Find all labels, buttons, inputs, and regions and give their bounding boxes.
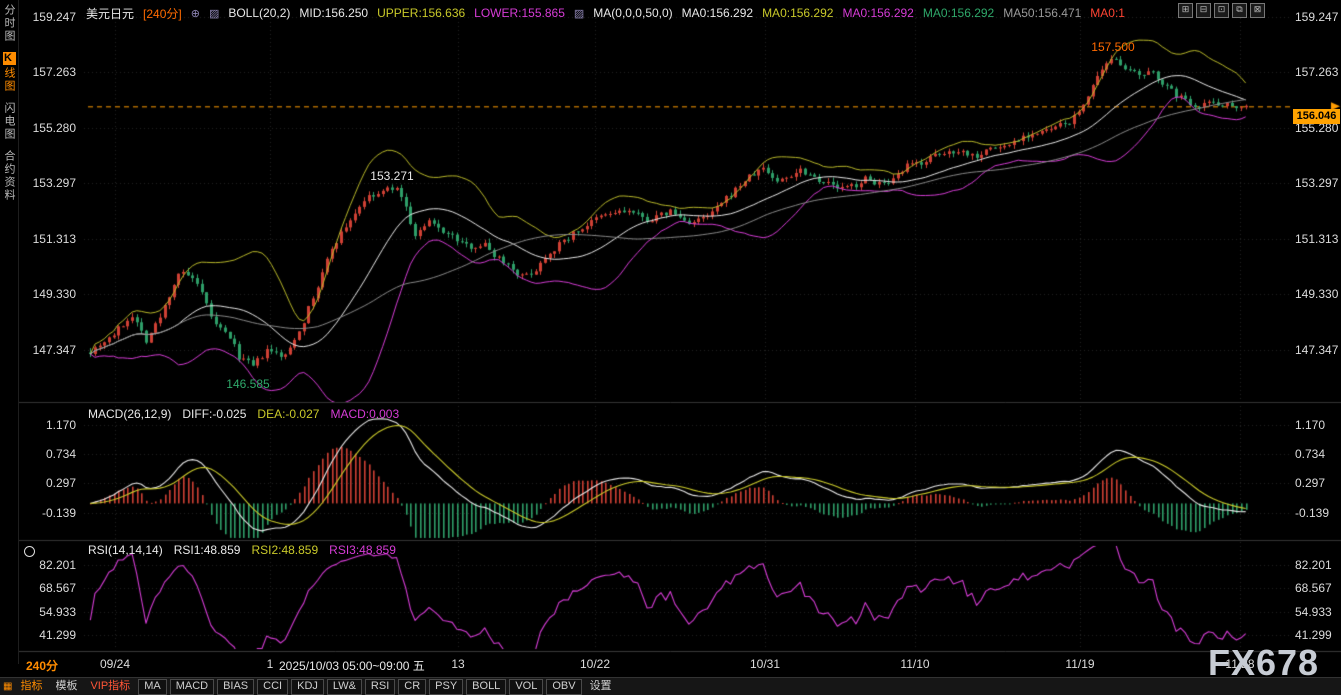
chart-type-sidebar: 分时图 K线图闪电图合约资料 bbox=[0, 0, 19, 664]
toolbar-tab-MACD[interactable]: MACD bbox=[170, 679, 214, 695]
macd-value: MACD:0.003 bbox=[330, 407, 399, 421]
toolbar-tab-VIP指标[interactable]: VIP指标 bbox=[85, 680, 135, 694]
sidebar-tab-K线图[interactable]: K线图 bbox=[1, 52, 17, 93]
rsi2-value: RSI2:48.859 bbox=[251, 543, 318, 557]
toolbar-tab-BOLL[interactable]: BOLL bbox=[466, 679, 506, 695]
boll-label: BOLL(20,2) bbox=[228, 6, 290, 20]
window-layout-icon-1[interactable]: ⊟ bbox=[1196, 3, 1211, 18]
x-tick-1: 1 bbox=[267, 657, 274, 671]
hover-date-info: 2025/10/03 05:00~09:00 五 bbox=[277, 657, 427, 674]
ma-legend-item-5: MA0:1 bbox=[1090, 6, 1125, 20]
window-layout-icon-0[interactable]: ⊞ bbox=[1178, 3, 1193, 18]
x-tick-09/24: 09/24 bbox=[100, 657, 130, 671]
x-tick-10/31: 10/31 bbox=[750, 657, 780, 671]
macd-name: MACD(26,12,9) bbox=[88, 407, 171, 421]
window-layout-icon-3[interactable]: ⧉ bbox=[1232, 3, 1247, 18]
boll-upper-value: UPPER:156.636 bbox=[377, 6, 465, 20]
sidebar-tab-合约资料[interactable]: 合约资料 bbox=[1, 150, 17, 202]
toolbar-tab-指标[interactable]: 指标 bbox=[15, 680, 47, 694]
toolbar-tab-CCI[interactable]: CCI bbox=[257, 679, 288, 695]
toolbar-tab-PSY[interactable]: PSY bbox=[429, 679, 463, 695]
toolbar-tab-VOL[interactable]: VOL bbox=[509, 679, 543, 695]
ma-legend-item-4: MA50:156.471 bbox=[1003, 6, 1081, 20]
ma-legend-values: MA0:156.292 MA0:156.292 MA0:156.292 MA0:156… bbox=[682, 6, 1125, 20]
window-controls: ⊞⊟⊡⧉⊠ bbox=[1178, 3, 1265, 18]
toolbar-tab-模板[interactable]: 模板 bbox=[50, 680, 82, 694]
ma-legend-item-0: MA0:156.292 bbox=[682, 6, 753, 20]
boll-mid-value: MID:156.250 bbox=[299, 6, 368, 20]
ma-label: MA(0,0,0,50,0) bbox=[593, 6, 672, 20]
toolbar-tab-RSI[interactable]: RSI bbox=[365, 679, 395, 695]
chart-legend-bar: 美元日元 [240分] ⊕ ▨ BOLL(20,2) MID:156.250 U… bbox=[86, 3, 1125, 23]
window-layout-icon-4[interactable]: ⊠ bbox=[1250, 3, 1265, 18]
rsi-legend: RSI(14,14,14) RSI1:48.859 RSI2:48.859 RS… bbox=[88, 543, 396, 557]
toolbar-tab-BIAS[interactable]: BIAS bbox=[217, 679, 254, 695]
link-icon[interactable]: ⊕ bbox=[191, 7, 200, 20]
boll-indicator-icon[interactable]: ▨ bbox=[209, 7, 219, 20]
x-tick-10/22: 10/22 bbox=[580, 657, 610, 671]
ma-legend-item-3: MA0:156.292 bbox=[923, 6, 994, 20]
boll-lower-value: LOWER:155.865 bbox=[474, 6, 565, 20]
window-layout-icon-2[interactable]: ⊡ bbox=[1214, 3, 1229, 18]
indicator-grid-icon: ▦ bbox=[3, 681, 12, 692]
rsi3-value: RSI3:48.859 bbox=[329, 543, 396, 557]
x-tick-11/19: 11/19 bbox=[1065, 657, 1094, 671]
rsi-collapse-icon[interactable] bbox=[24, 546, 35, 557]
ma-indicator-icon[interactable]: ▨ bbox=[574, 7, 584, 20]
sidebar-tab-分时图[interactable]: 分时图 bbox=[1, 4, 17, 43]
chart-canvas[interactable] bbox=[0, 0, 1341, 695]
toolbar-tab-OBV[interactable]: OBV bbox=[546, 679, 581, 695]
indicator-toolbar: ▦ 指标模板VIP指标MAMACDBIASCCIKDJLW&RSICRPSYBO… bbox=[0, 677, 1341, 695]
rsi1-value: RSI1:48.859 bbox=[174, 543, 241, 557]
toolbar-tab-设置[interactable]: 设置 bbox=[585, 680, 617, 694]
macd-diff-value: DIFF:-0.025 bbox=[182, 407, 246, 421]
toolbar-tab-KDJ[interactable]: KDJ bbox=[291, 679, 324, 695]
toolbar-tab-MA[interactable]: MA bbox=[138, 679, 167, 695]
toolbar-tab-LW&[interactable]: LW& bbox=[327, 679, 362, 695]
x-tick-13: 13 bbox=[451, 657, 464, 671]
symbol-name: 美元日元 bbox=[86, 5, 134, 22]
toolbar-tab-CR[interactable]: CR bbox=[398, 679, 426, 695]
x-tick-11/10: 11/10 bbox=[900, 657, 929, 671]
period-label[interactable]: 240分 bbox=[26, 657, 58, 674]
trading-chart-app: 美元日元 [240分] ⊕ ▨ BOLL(20,2) MID:156.250 U… bbox=[0, 0, 1341, 695]
sidebar-tab-闪电图[interactable]: 闪电图 bbox=[1, 102, 17, 141]
period-tag: [240分] bbox=[143, 5, 182, 22]
rsi-name: RSI(14,14,14) bbox=[88, 543, 163, 557]
ma-legend-item-2: MA0:156.292 bbox=[842, 6, 913, 20]
last-price-tag: 156.046 bbox=[1293, 109, 1340, 124]
macd-legend: MACD(26,12,9) DIFF:-0.025 DEA:-0.027 MAC… bbox=[88, 407, 399, 421]
ma-legend-item-1: MA0:156.292 bbox=[762, 6, 833, 20]
x-axis: 240分 2025/10/03 05:00~09:00 五 09/24 1 13 10… bbox=[0, 652, 1341, 678]
macd-dea-value: DEA:-0.027 bbox=[257, 407, 319, 421]
